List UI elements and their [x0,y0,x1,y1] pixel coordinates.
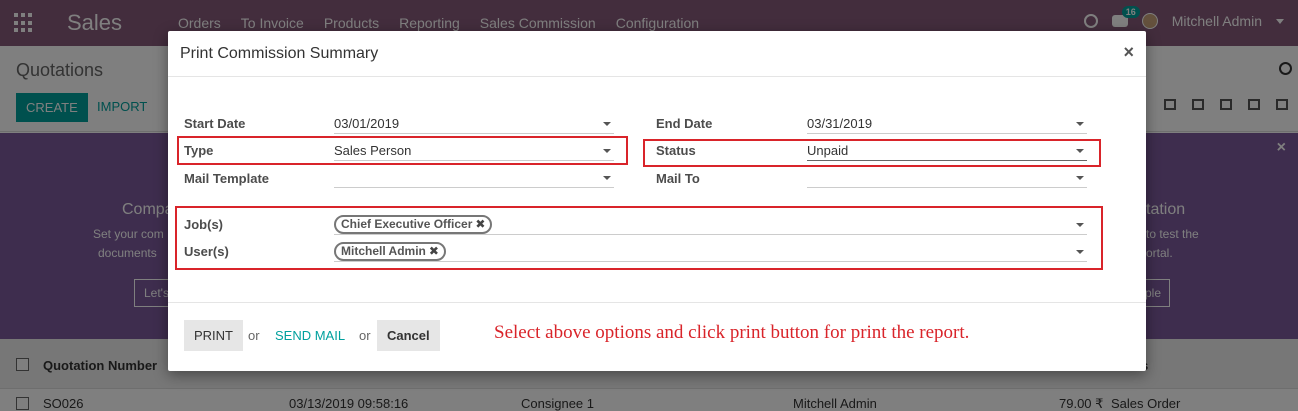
job-tag-label: Chief Executive Officer [341,217,473,231]
chevron-down-icon [1076,223,1084,227]
dialog-header: Print Commission Summary × [168,31,1146,77]
start-date-value: 03/01/2019 [334,116,400,131]
chevron-down-icon [1076,250,1084,254]
status-select[interactable]: Unpaid [807,141,1087,161]
or-separator-2: or [359,328,371,343]
remove-tag-icon[interactable]: ✖ [475,217,485,231]
end-date-field[interactable]: 03/31/2019 [807,114,1087,134]
start-date-label: Start Date [184,116,246,131]
user-tag[interactable]: Mitchell Admin ✖ [334,242,446,261]
print-commission-dialog: Print Commission Summary × Start Date 03… [168,31,1146,371]
chevron-down-icon [603,122,611,126]
end-date-value: 03/31/2019 [807,116,873,131]
or-separator: or [248,328,260,343]
mail-template-select[interactable] [334,168,614,188]
instruction-note: Select above options and click print but… [494,322,970,343]
print-button[interactable]: PRINT [184,320,243,351]
remove-tag-icon[interactable]: ✖ [429,244,439,258]
chevron-down-icon [1076,149,1084,153]
chevron-down-icon [603,149,611,153]
status-value: Unpaid [807,143,849,158]
user-tag-label: Mitchell Admin [341,244,426,258]
mail-to-select[interactable] [807,168,1087,188]
cancel-button[interactable]: Cancel [377,320,440,351]
type-value: Sales Person [334,143,412,158]
type-label: Type [184,143,214,158]
close-icon[interactable]: × [1123,42,1134,63]
send-mail-button[interactable]: SEND MAIL [275,328,345,343]
users-label: User(s) [184,244,229,259]
type-select[interactable]: Sales Person [334,141,614,161]
start-date-field[interactable]: 03/01/2019 [334,114,614,134]
mail-to-label: Mail To [656,171,700,186]
chevron-down-icon [1076,122,1084,126]
mail-template-label: Mail Template [184,171,270,186]
users-many2many-field[interactable]: Mitchell Admin ✖ [334,242,1087,262]
job-tag[interactable]: Chief Executive Officer ✖ [334,215,493,234]
chevron-down-icon [1076,176,1084,180]
chevron-down-icon [603,176,611,180]
end-date-label: End Date [656,116,713,131]
jobs-many2many-field[interactable]: Chief Executive Officer ✖ [334,215,1087,235]
status-label: Status [656,143,696,158]
jobs-label: Job(s) [184,217,223,232]
dialog-title: Print Commission Summary [180,45,379,62]
dialog-footer: PRINT or SEND MAIL or Cancel Select abov… [168,302,1146,371]
